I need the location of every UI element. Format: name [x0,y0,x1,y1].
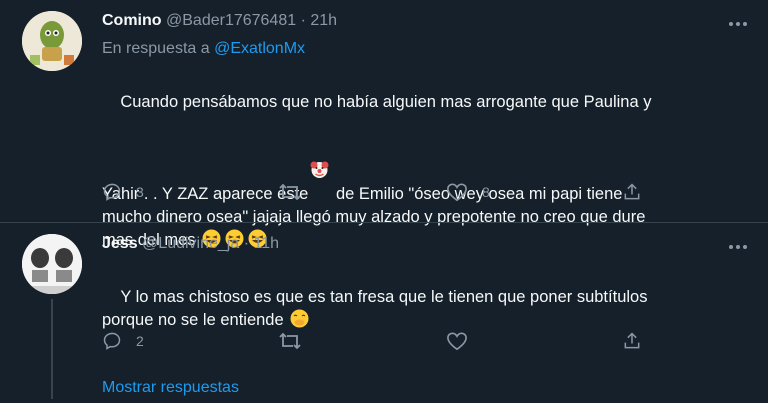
show-replies-link[interactable]: Mostrar respuestas [102,379,239,397]
share-icon [624,332,640,349]
tweet-time[interactable]: · 21h [301,12,337,29]
reply-mention-link[interactable]: @ExatlonMx [214,40,305,57]
clown-emoji-icon [310,114,329,178]
reply-icon [103,332,121,350]
like-button[interactable] [446,329,482,353]
hand-over-mouth-emoji-icon [290,309,309,328]
author-name[interactable]: Jess [102,235,138,252]
like-count: 8 [482,184,490,200]
heart-icon [447,332,467,351]
share-icon [624,183,640,200]
reply-button[interactable]: 2 [102,329,144,353]
retweet-button[interactable] [278,180,316,204]
share-button[interactable] [622,180,642,204]
author-handle[interactable]: @Ludivine_ja [142,235,239,252]
tweet-time[interactable]: · 11h [244,235,279,252]
reply-prefix: En respuesta a [102,40,210,57]
heart-icon [447,183,467,202]
avatar-jess[interactable] [22,234,82,294]
tweet-jess[interactable]: Jess @Ludivine_ja · 11h Y lo mas chistos… [0,223,768,403]
tweet-actions: 3 8 [102,180,662,204]
more-options-icon[interactable] [726,16,750,32]
reply-context: En respuesta a @ExatlonMx [102,40,305,58]
avatar-image [22,234,82,294]
avatar-comino[interactable] [22,11,82,71]
reply-button[interactable]: 3 [102,180,144,204]
tweet-actions: 2 [102,329,662,353]
author-handle[interactable]: @Bader17676481 [166,12,296,29]
share-button[interactable] [622,329,642,353]
retweet-button[interactable] [278,329,316,353]
reply-icon [103,183,121,201]
tweet-comino[interactable]: Comino @Bader17676481 · 21h En respuesta… [0,0,768,249]
reply-count: 2 [136,333,144,349]
like-button[interactable]: 8 [446,180,490,204]
avatar-image [22,11,82,71]
retweet-icon [279,183,301,201]
reply-count: 3 [136,184,144,200]
tweet-header: Jess @Ludivine_ja · 11h [102,235,279,253]
retweet-icon [279,332,301,350]
tweet-header: Comino @Bader17676481 · 21h [102,12,337,30]
more-options-icon[interactable] [726,239,750,255]
author-name[interactable]: Comino [102,12,162,29]
thread-line [51,299,53,399]
tweet-text-content: Y lo mas chistoso es que es tan fresa qu… [102,288,648,329]
